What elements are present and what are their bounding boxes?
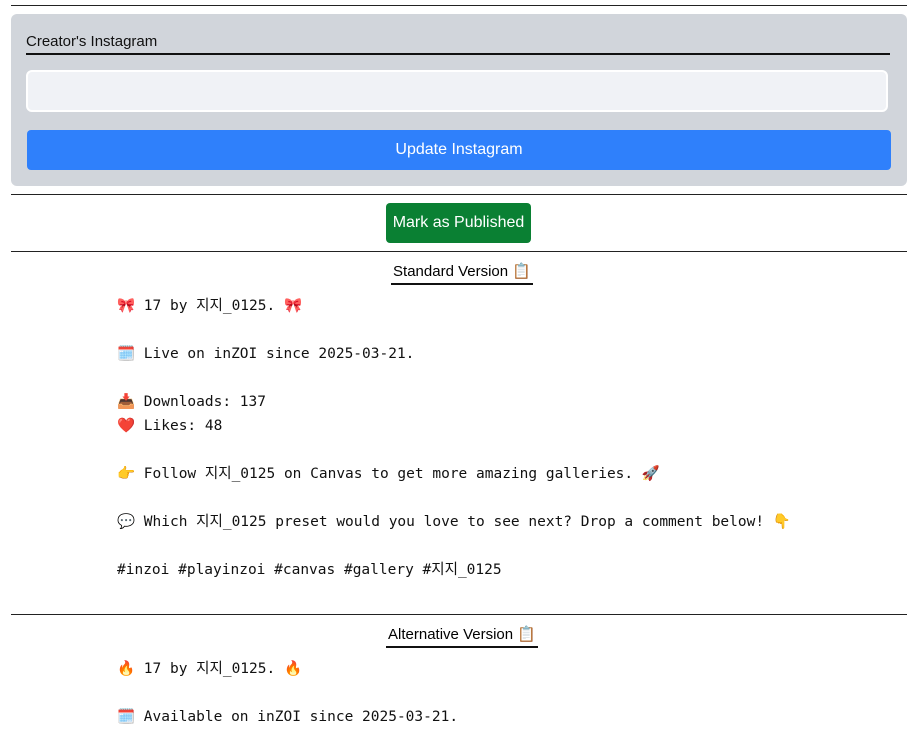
divider [11, 614, 907, 615]
standard-likes-line: ❤️ Likes: 48 [117, 418, 223, 434]
mark-published-button[interactable]: Mark as Published [386, 203, 531, 243]
instagram-panel: Creator's Instagram Update Instagram [11, 14, 907, 186]
alternative-version-title: Alternative Version [388, 626, 514, 643]
instagram-input[interactable] [26, 70, 888, 112]
divider [11, 251, 907, 252]
standard-version-title: Standard Version [393, 263, 509, 280]
divider [11, 194, 907, 195]
standard-live-line: 🗓️ Live on inZOI since 2025-03-21. [117, 346, 415, 362]
alternative-version-heading: Alternative Version 📋 [0, 625, 924, 648]
clipboard-icon: 📋 [512, 263, 531, 280]
update-instagram-button[interactable]: Update Instagram [27, 130, 891, 170]
alternative-available-line: 🗓️ Available on inZOI since 2025-03-21. [117, 709, 459, 725]
standard-follow-line: 👉 Follow 지지_0125 on Canvas to get more a… [117, 466, 660, 482]
clipboard-icon: 📋 [517, 626, 536, 643]
standard-question-line: 💬 Which 지지_0125 preset would you love to… [117, 514, 791, 530]
standard-downloads-line: 📥 Downloads: 137 [117, 394, 267, 410]
instagram-label: Creator's Instagram [26, 33, 890, 55]
standard-hashtags-line: #inzoi #playinzoi #canvas #gallery #지지_0… [117, 562, 502, 578]
standard-version-heading: Standard Version 📋 [0, 262, 924, 285]
alternative-title-line: 🔥 17 by 지지_0125. 🔥 [117, 661, 303, 677]
top-divider [11, 5, 907, 6]
standard-title-line: 🎀 17 by 지지_0125. 🎀 [117, 298, 303, 314]
